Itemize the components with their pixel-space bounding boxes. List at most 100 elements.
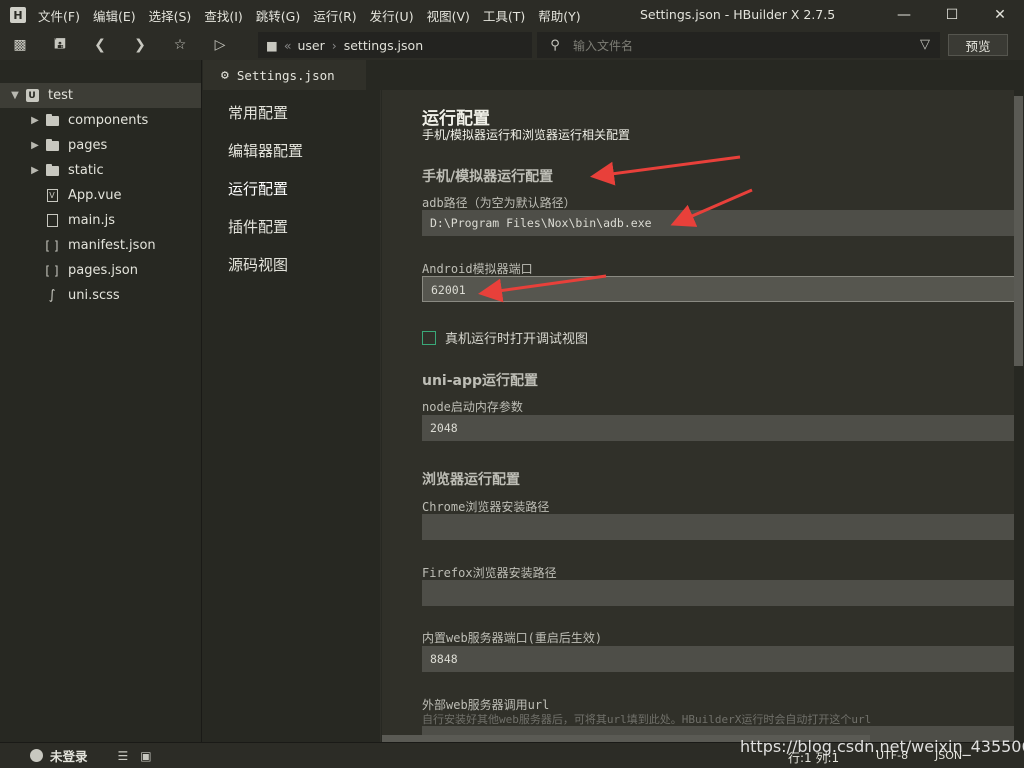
save-icon[interactable]: 🖪	[40, 30, 80, 60]
project-name: test	[48, 88, 73, 103]
debug-view-checkbox[interactable]	[422, 330, 436, 345]
section-uniapp: uni-app运行配置	[422, 373, 539, 389]
preview-button[interactable]: 预览	[948, 34, 1008, 56]
file-search-input[interactable]: 输入文件名	[573, 37, 633, 54]
gear-icon: ⚙	[221, 67, 229, 83]
debug-view-label: 真机运行时打开调试视图	[445, 332, 589, 347]
tree-item-label: pages.json	[68, 263, 138, 278]
tree-item-main-js[interactable]: main.js	[0, 208, 201, 233]
page-subtitle: 手机/模拟器运行和浏览器运行相关配置	[422, 128, 631, 142]
web-server-port-label: 内置web服务器端口(重启后生效)	[422, 631, 603, 645]
folder-icon	[45, 163, 59, 176]
tree-item-static[interactable]: ▶ static	[0, 158, 201, 183]
adb-path-label: adb路径（为空为默认路径）	[422, 196, 576, 210]
emulator-port-label: Android模拟器端口	[422, 262, 533, 276]
settings-content: 运行配置 手机/模拟器运行和浏览器运行相关配置 手机/模拟器运行配置 adb路径…	[382, 90, 1014, 742]
tree-item-components[interactable]: ▶ components	[0, 108, 201, 133]
login-status[interactable]: 未登录	[30, 746, 88, 765]
menu-edit[interactable]: 编辑(E)	[93, 6, 136, 25]
editor-tab-bar: ⚙ Settings.json	[203, 60, 1024, 90]
folder-icon	[45, 113, 59, 126]
tree-item-label: App.vue	[68, 188, 122, 203]
tree-item-label: components	[68, 113, 149, 128]
tree-item-label: uni.scss	[68, 288, 120, 303]
breadcrumb-settings-json[interactable]: settings.json	[344, 38, 423, 53]
project-root[interactable]: ▼ U test	[0, 83, 201, 108]
filter-icon[interactable]: ▽	[920, 37, 930, 52]
tree-item-label: main.js	[68, 213, 115, 228]
debug-view-checkbox-row[interactable]: 真机运行时打开调试视图	[422, 328, 588, 347]
forward-icon[interactable]: ❯	[120, 30, 160, 60]
menu-publish[interactable]: 发行(U)	[370, 6, 414, 25]
menu-run[interactable]: 运行(R)	[313, 6, 356, 25]
settings-nav-run[interactable]: 运行配置	[203, 166, 380, 204]
node-memory-label: node启动内存参数	[422, 400, 523, 414]
menu-select[interactable]: 选择(S)	[149, 6, 192, 25]
scss-file-icon: ∫	[48, 288, 56, 303]
settings-nav: 常用配置 编辑器配置 运行配置 插件配置 源码视图	[203, 90, 381, 742]
title-bar: H 文件(F) 编辑(E) 选择(S) 查找(I) 跳转(G) 运行(R) 发行…	[0, 0, 1024, 30]
external-url-hint: 自行安装好其他web服务器后，可将其url填到此处。HBuilderX运行时会自…	[422, 713, 872, 726]
settings-nav-editor[interactable]: 编辑器配置	[203, 128, 380, 166]
section-browser: 浏览器运行配置	[422, 472, 520, 488]
breadcrumb-user[interactable]: user	[297, 38, 324, 53]
json-file-icon: [ ]	[45, 263, 59, 278]
tree-item-label: manifest.json	[68, 238, 156, 253]
tree-item-app-vue[interactable]: V App.vue	[0, 183, 201, 208]
bookmark-star-icon[interactable]: ☆	[160, 30, 200, 60]
firefox-path-label: Firefox浏览器安装路径	[422, 566, 557, 580]
tab-label: Settings.json	[236, 67, 335, 83]
menu-tools[interactable]: 工具(T)	[483, 6, 525, 25]
firefox-path-input[interactable]	[422, 580, 1014, 606]
menu-view[interactable]: 视图(V)	[427, 6, 470, 25]
folder-icon	[45, 138, 59, 151]
hbuilder-logo-icon: H	[10, 7, 26, 23]
emulator-port-input[interactable]: 62001	[422, 276, 1014, 302]
terminal-icon[interactable]: ▣	[140, 749, 151, 763]
file-search-box: ⚲ 输入文件名 ▽	[537, 32, 940, 58]
settings-nav-plugin[interactable]: 插件配置	[203, 204, 380, 242]
chevron-right-icon[interactable]: ▶	[28, 165, 42, 176]
menu-find[interactable]: 查找(I)	[204, 6, 242, 25]
tree-item-uni-scss[interactable]: ∫ uni.scss	[0, 283, 201, 308]
minimize-icon[interactable]: —	[880, 0, 928, 30]
tree-item-manifest-json[interactable]: [ ] manifest.json	[0, 233, 201, 258]
search-icon: ⚲	[550, 37, 560, 53]
uni-app-icon: U	[25, 89, 39, 102]
settings-nav-source[interactable]: 源码视图	[203, 242, 380, 280]
settings-nav-common[interactable]: 常用配置	[203, 90, 380, 128]
section-phone-emulator: 手机/模拟器运行配置	[422, 169, 554, 185]
maximize-icon[interactable]: ☐	[928, 0, 976, 30]
list-icon[interactable]: ☰	[118, 749, 129, 763]
new-file-icon[interactable]: ▩	[0, 30, 40, 60]
vertical-scrollbar[interactable]	[1014, 96, 1023, 366]
breadcrumb-separator: ›	[331, 37, 337, 53]
chevron-down-icon[interactable]: ▼	[8, 90, 22, 101]
project-sidebar: ▼ U test ▶ components ▶ pages ▶ static V…	[0, 60, 202, 742]
breadcrumb: ■ « user › settings.json	[258, 32, 532, 58]
tree-item-label: pages	[68, 138, 108, 153]
back-icon[interactable]: ❮	[80, 30, 120, 60]
node-memory-input[interactable]: 2048	[422, 415, 1014, 441]
tree-item-pages-json[interactable]: [ ] pages.json	[0, 258, 201, 283]
adb-path-input[interactable]: D:\Program Files\Nox\bin\adb.exe	[422, 210, 1014, 236]
tab-settings-json[interactable]: ⚙ Settings.json	[203, 60, 366, 90]
menu-file[interactable]: 文件(F)	[38, 6, 80, 25]
chevron-right-icon[interactable]: ▶	[28, 140, 42, 151]
web-server-port-input[interactable]: 8848	[422, 646, 1014, 672]
json-file-icon: [ ]	[45, 238, 59, 253]
js-file-icon	[46, 214, 58, 227]
menu-goto[interactable]: 跳转(G)	[256, 6, 300, 25]
menu-help[interactable]: 帮助(Y)	[538, 6, 580, 25]
login-label: 未登录	[50, 749, 88, 764]
run-icon[interactable]: ▷	[200, 30, 240, 60]
watermark: https://blog.csdn.net/weixin_43550660	[740, 737, 1024, 756]
avatar-icon	[30, 749, 43, 762]
menu-bar: 文件(F) 编辑(E) 选择(S) 查找(I) 跳转(G) 运行(R) 发行(U…	[38, 6, 594, 25]
breadcrumb-back[interactable]: «	[284, 38, 292, 53]
tree-item-pages[interactable]: ▶ pages	[0, 133, 201, 158]
close-icon[interactable]: ✕	[976, 0, 1024, 30]
chevron-right-icon[interactable]: ▶	[28, 115, 42, 126]
chrome-path-input[interactable]	[422, 514, 1014, 540]
vue-file-icon: V	[46, 189, 58, 202]
